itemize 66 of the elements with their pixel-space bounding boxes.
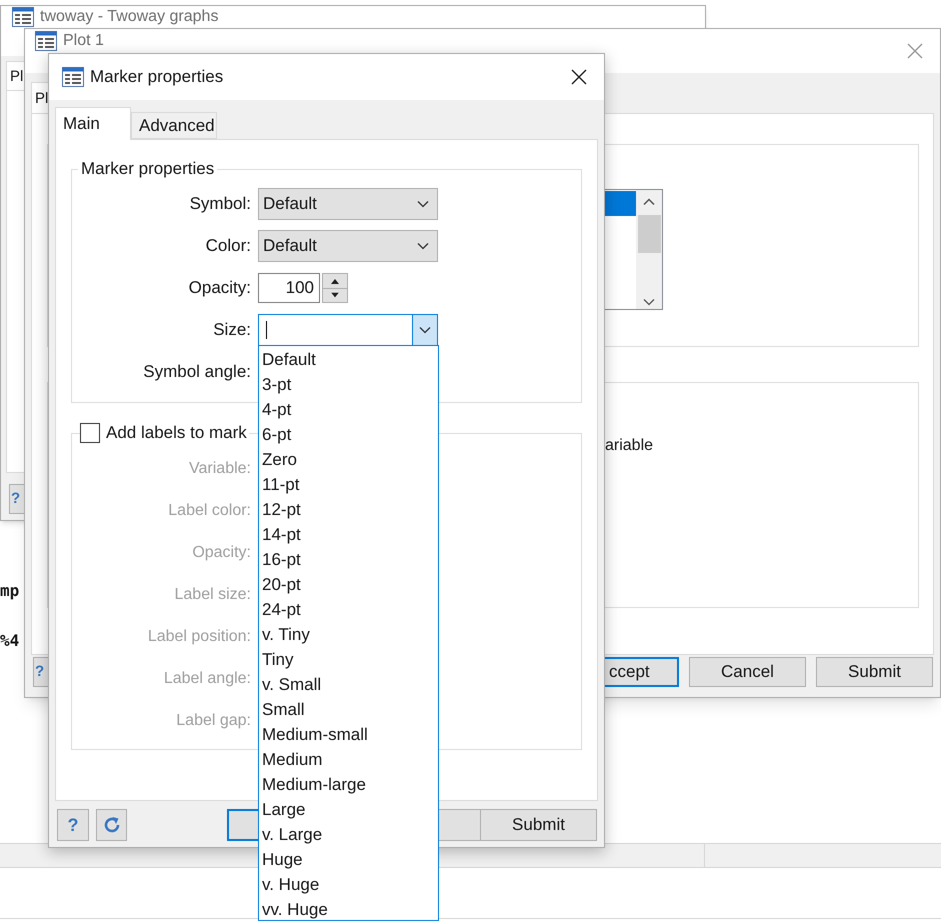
group-title: Marker properties: [78, 159, 218, 179]
window-title: Plot 1: [63, 31, 104, 50]
dropdown-option[interactable]: Medium-small: [259, 722, 438, 747]
chevron-down-icon: [643, 298, 655, 306]
close-icon[interactable]: [571, 69, 587, 85]
field-label: Label gap:: [175, 711, 252, 731]
dropdown-option[interactable]: 11-pt: [259, 472, 438, 497]
field-label: Size:: [212, 319, 252, 342]
dropdown-option[interactable]: 4-pt: [259, 397, 438, 422]
chevron-down-icon: [417, 242, 429, 250]
dropdown-option[interactable]: Tiny: [259, 647, 438, 672]
dropdown-option[interactable]: 12-pt: [259, 497, 438, 522]
dropdown[interactable]: Default: [258, 188, 438, 220]
field-label: Opacity:: [191, 543, 252, 563]
dropdown-option[interactable]: 16-pt: [259, 547, 438, 572]
reset-button[interactable]: [96, 809, 127, 841]
field-label: Label position:: [146, 627, 252, 647]
dropdown-option[interactable]: v. Small: [259, 672, 438, 697]
tab[interactable]: Main: [55, 107, 131, 140]
dropdown-option[interactable]: Default: [259, 347, 438, 372]
dropdown-option[interactable]: 3-pt: [259, 372, 438, 397]
dropdown-option[interactable]: Large: [259, 797, 438, 822]
field-label: Label color:: [167, 501, 252, 521]
dropdown-option[interactable]: Zero: [259, 447, 438, 472]
dropdown-option[interactable]: vv. Huge: [259, 897, 438, 922]
checkbox-label: Add labels to mark: [106, 422, 247, 444]
opacity-field[interactable]: 100: [258, 273, 320, 303]
chevron-up-icon: [643, 198, 655, 206]
dropdown-option[interactable]: Medium: [259, 747, 438, 772]
scrollbar[interactable]: [636, 190, 662, 309]
dropdown-option[interactable]: v. Large: [259, 822, 438, 847]
dropdown-option[interactable]: 24-pt: [259, 597, 438, 622]
dropdown[interactable]: Default: [258, 230, 438, 262]
field-label: Label size:: [174, 585, 252, 605]
dropdown-option[interactable]: v. Tiny: [259, 622, 438, 647]
spinner[interactable]: [322, 273, 348, 303]
dialog-button[interactable]: Cancel: [689, 657, 806, 687]
checkbox[interactable]: [80, 423, 100, 443]
chevron-down-icon: [419, 326, 431, 334]
dropdown-option[interactable]: v. Huge: [259, 872, 438, 897]
size-combo-field[interactable]: [258, 314, 438, 346]
option-label: ariable: [605, 436, 654, 456]
window-icon: [62, 67, 84, 87]
field-label: Label angle:: [162, 669, 252, 689]
dropdown-option[interactable]: 6-pt: [259, 422, 438, 447]
dropdown-option[interactable]: Huge: [259, 847, 438, 872]
window-title: Marker properties: [90, 66, 224, 88]
chevron-down-icon: [417, 200, 429, 208]
dropdown-option[interactable]: 14-pt: [259, 522, 438, 547]
field-label: Color:: [204, 235, 252, 258]
tab[interactable]: Advanced: [131, 112, 217, 139]
tab[interactable]: Pl: [31, 82, 48, 114]
tab[interactable]: Pl: [6, 61, 24, 91]
field-label: Opacity:: [188, 277, 252, 300]
field-label: Symbol:: [188, 193, 252, 216]
dialog-button[interactable]: Submit: [816, 657, 933, 687]
refresh-icon: [102, 815, 122, 835]
submit-button[interactable]: Submit: [480, 809, 597, 841]
console-text: mp: [0, 580, 20, 602]
dropdown-option[interactable]: Medium-large: [259, 772, 438, 797]
dropdown-option[interactable]: 20-pt: [259, 572, 438, 597]
field-label: Variable:: [188, 459, 252, 479]
field-label: Symbol angle:: [142, 361, 252, 384]
window-title: twoway - Twoway graphs: [40, 7, 218, 26]
dropdown-option[interactable]: Small: [259, 697, 438, 722]
console-text: %4: [0, 630, 20, 652]
